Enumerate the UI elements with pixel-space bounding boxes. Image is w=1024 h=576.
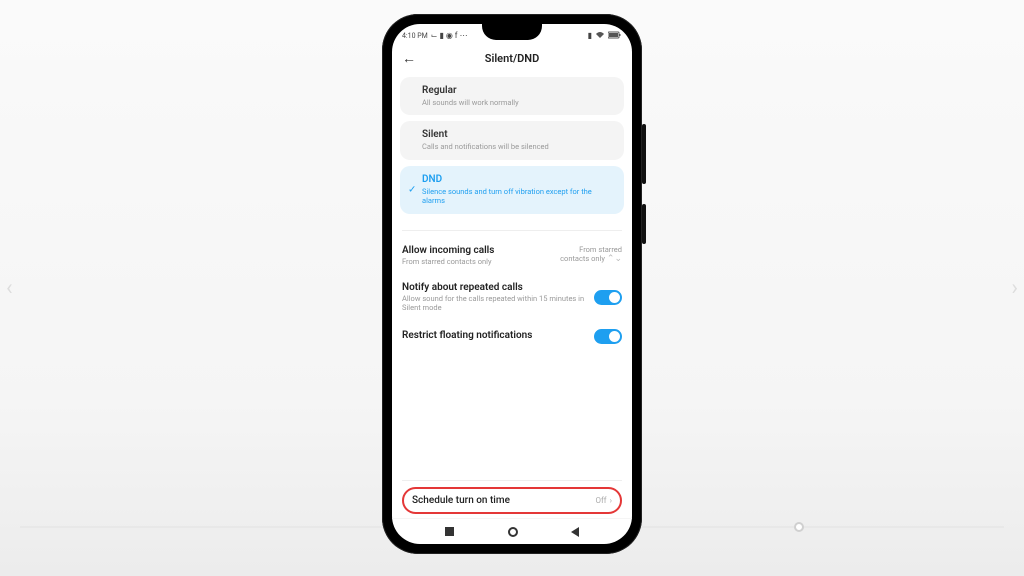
row-desc: Allow sound for the calls repeated withi… (402, 294, 586, 313)
mode-desc: Calls and notifications will be silenced (422, 142, 614, 151)
row-allow-incoming[interactable]: Allow incoming calls From starred contac… (400, 237, 624, 274)
page-title: Silent/DND (485, 52, 539, 65)
phone-screen: 4:10 PM ⌙ ▮ ◉ f ⋯ ▮ ← Silent/DND Regular… (392, 24, 632, 544)
carousel-next-icon[interactable]: › (1011, 276, 1018, 301)
carousel-progress-knob[interactable] (794, 522, 804, 532)
notch (482, 24, 542, 40)
home-button[interactable] (508, 527, 518, 537)
row-label: Restrict floating notifications (402, 330, 586, 341)
mode-desc: All sounds will work normally (422, 98, 614, 107)
row-schedule-turn-on[interactable]: Schedule turn on time Off › (402, 487, 622, 514)
mode-option-silent[interactable]: Silent Calls and notifications will be s… (400, 121, 624, 159)
row-repeated-calls[interactable]: Notify about repeated calls Allow sound … (400, 274, 624, 321)
row-value: Off (596, 496, 607, 505)
row-restrict-floating[interactable]: Restrict floating notifications (400, 321, 624, 352)
mode-label: Regular (422, 85, 614, 96)
check-icon: ✓ (408, 184, 416, 195)
row-label: Allow incoming calls (402, 245, 552, 256)
signal-icon: ▮ (588, 31, 592, 40)
expand-icon: ⌃⌄ (607, 254, 622, 264)
back-button[interactable] (571, 527, 579, 537)
mode-desc: Silence sounds and turn off vibration ex… (422, 187, 614, 206)
side-button (642, 124, 646, 184)
phone-frame: 4:10 PM ⌙ ▮ ◉ f ⋯ ▮ ← Silent/DND Regular… (382, 14, 642, 554)
titlebar: ← Silent/DND (392, 44, 632, 77)
row-label: Notify about repeated calls (402, 282, 586, 293)
chevron-right-icon: › (610, 496, 612, 505)
mode-label: Silent (422, 129, 614, 140)
status-time: 4:10 PM (402, 32, 428, 40)
android-nav-bar (392, 518, 632, 544)
mode-option-regular[interactable]: Regular All sounds will work normally (400, 77, 624, 115)
battery-icon (608, 31, 622, 41)
recents-button[interactable] (445, 527, 454, 536)
carousel-prev-icon[interactable]: ‹ (6, 276, 13, 301)
wifi-icon (595, 31, 605, 41)
toggle-repeated-calls[interactable] (594, 290, 622, 305)
mode-option-dnd[interactable]: ✓ DND Silence sounds and turn off vibrat… (400, 166, 624, 214)
row-value: From starred contacts only⌃⌄ (560, 245, 622, 265)
status-left-icons: ⌙ ▮ ◉ f ⋯ (431, 31, 468, 40)
toggle-restrict-floating[interactable] (594, 329, 622, 344)
back-icon[interactable]: ← (402, 50, 416, 67)
side-button (642, 204, 646, 244)
row-desc: From starred contacts only (402, 257, 552, 266)
mode-label: DND (422, 174, 614, 185)
divider (402, 230, 622, 231)
row-label: Schedule turn on time (412, 495, 510, 506)
